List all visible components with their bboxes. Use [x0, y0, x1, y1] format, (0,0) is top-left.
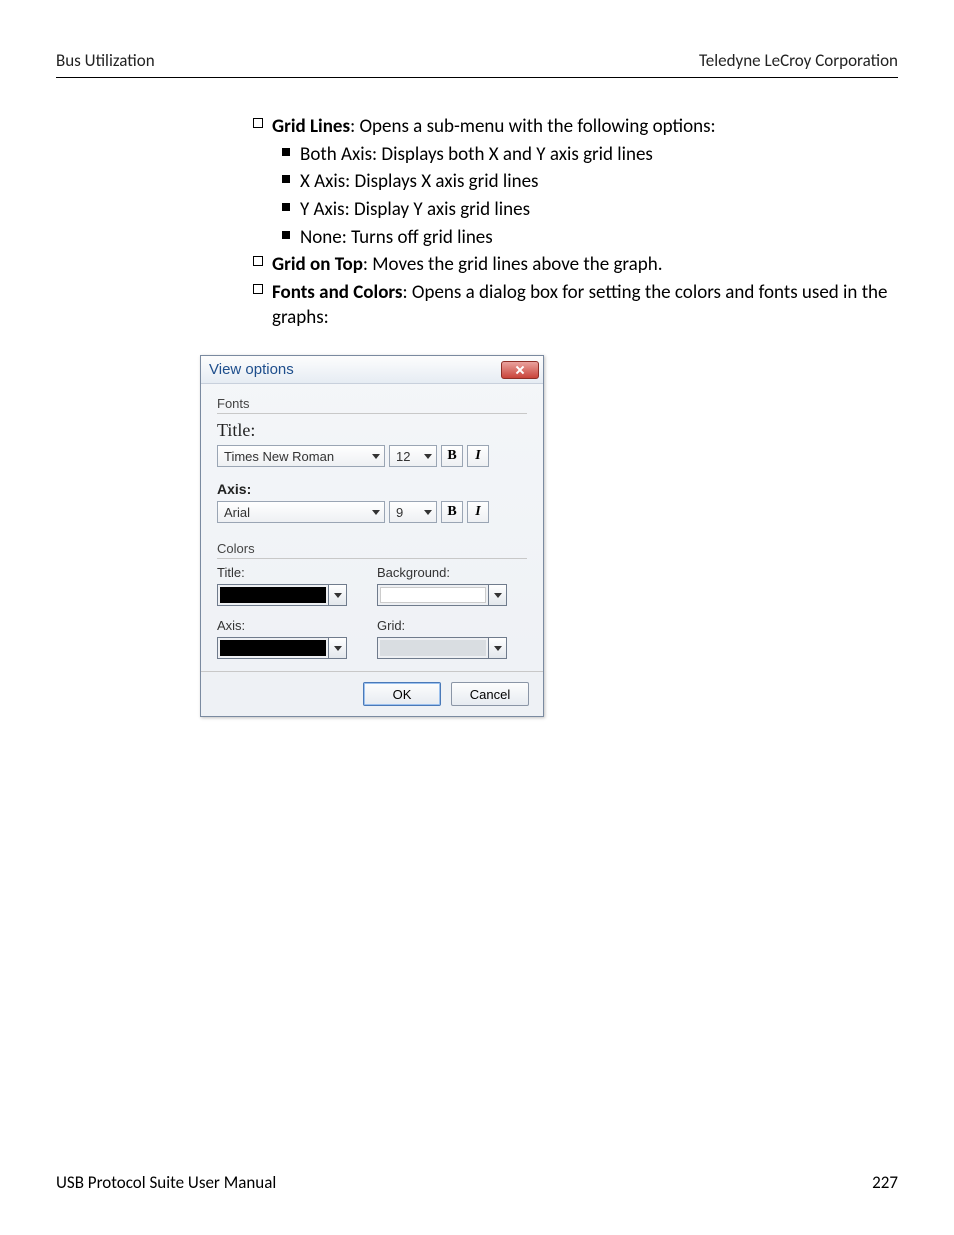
item-fonts-colors: Fonts and Colors: Opens a dialog box for… — [272, 280, 898, 331]
filled-square-bullet-icon — [282, 231, 290, 239]
item-grid-on-top: Grid on Top: Moves the grid lines above … — [272, 252, 898, 278]
page-number: 227 — [872, 1172, 898, 1193]
view-options-dialog: View options Fonts Title: Times New Roma… — [200, 355, 544, 717]
ok-button[interactable]: OK — [363, 682, 441, 706]
title-bold-button[interactable]: B — [441, 445, 463, 467]
background-color-dropdown[interactable] — [489, 584, 507, 606]
cancel-button[interactable]: Cancel — [451, 682, 529, 706]
title-font-label: Title: — [217, 420, 527, 441]
axis-size-combo[interactable]: 9 — [389, 501, 437, 523]
axis-italic-button[interactable]: I — [467, 501, 489, 523]
axis-color-dropdown[interactable] — [329, 637, 347, 659]
title-color-swatch[interactable] — [217, 584, 329, 606]
dialog-title: View options — [209, 361, 294, 378]
chevron-down-icon — [334, 646, 342, 651]
item-grid-lines: Grid Lines: Opens a sub-menu with the fo… — [272, 114, 898, 140]
grid-color-swatch[interactable] — [377, 637, 489, 659]
color-title-label: Title: — [217, 565, 367, 580]
chevron-down-icon — [424, 510, 432, 515]
square-bullet-icon — [253, 256, 263, 266]
chevron-down-icon — [372, 510, 380, 515]
close-button[interactable] — [501, 361, 539, 379]
axis-color-swatch[interactable] — [217, 637, 329, 659]
color-axis-label: Axis: — [217, 618, 367, 633]
title-color-dropdown[interactable] — [329, 584, 347, 606]
chevron-down-icon — [494, 646, 502, 651]
square-bullet-icon — [253, 284, 263, 294]
chevron-down-icon — [494, 593, 502, 598]
chevron-down-icon — [372, 454, 380, 459]
subitem: Y Axis: Display Y axis grid lines — [300, 197, 898, 223]
filled-square-bullet-icon — [282, 203, 290, 211]
chevron-down-icon — [334, 593, 342, 598]
fonts-section-label: Fonts — [217, 396, 527, 411]
axis-font-label: Axis: — [217, 481, 527, 497]
subitem: None: Turns off grid lines — [300, 225, 898, 251]
grid-color-dropdown[interactable] — [489, 637, 507, 659]
title-size-combo[interactable]: 12 — [389, 445, 437, 467]
header-left: Bus Utilization — [56, 50, 155, 71]
footer-left: USB Protocol Suite User Manual — [56, 1172, 276, 1193]
title-font-combo[interactable]: Times New Roman — [217, 445, 385, 467]
title-italic-button[interactable]: I — [467, 445, 489, 467]
color-background-label: Background: — [377, 565, 527, 580]
page-header: Bus Utilization Teledyne LeCroy Corporat… — [56, 50, 898, 78]
subitem: X Axis: Displays X axis grid lines — [300, 169, 898, 195]
axis-bold-button[interactable]: B — [441, 501, 463, 523]
body-text: Grid Lines: Opens a sub-menu with the fo… — [244, 114, 898, 331]
chevron-down-icon — [424, 454, 432, 459]
dialog-titlebar: View options — [201, 356, 543, 384]
subitem: Both Axis: Displays both X and Y axis gr… — [300, 142, 898, 168]
color-grid-label: Grid: — [377, 618, 527, 633]
page-footer: USB Protocol Suite User Manual 227 — [56, 1172, 898, 1193]
filled-square-bullet-icon — [282, 175, 290, 183]
filled-square-bullet-icon — [282, 148, 290, 156]
colors-section-label: Colors — [217, 541, 527, 556]
square-bullet-icon — [253, 118, 263, 128]
axis-font-combo[interactable]: Arial — [217, 501, 385, 523]
header-right: Teledyne LeCroy Corporation — [699, 50, 898, 71]
background-color-swatch[interactable] — [377, 584, 489, 606]
